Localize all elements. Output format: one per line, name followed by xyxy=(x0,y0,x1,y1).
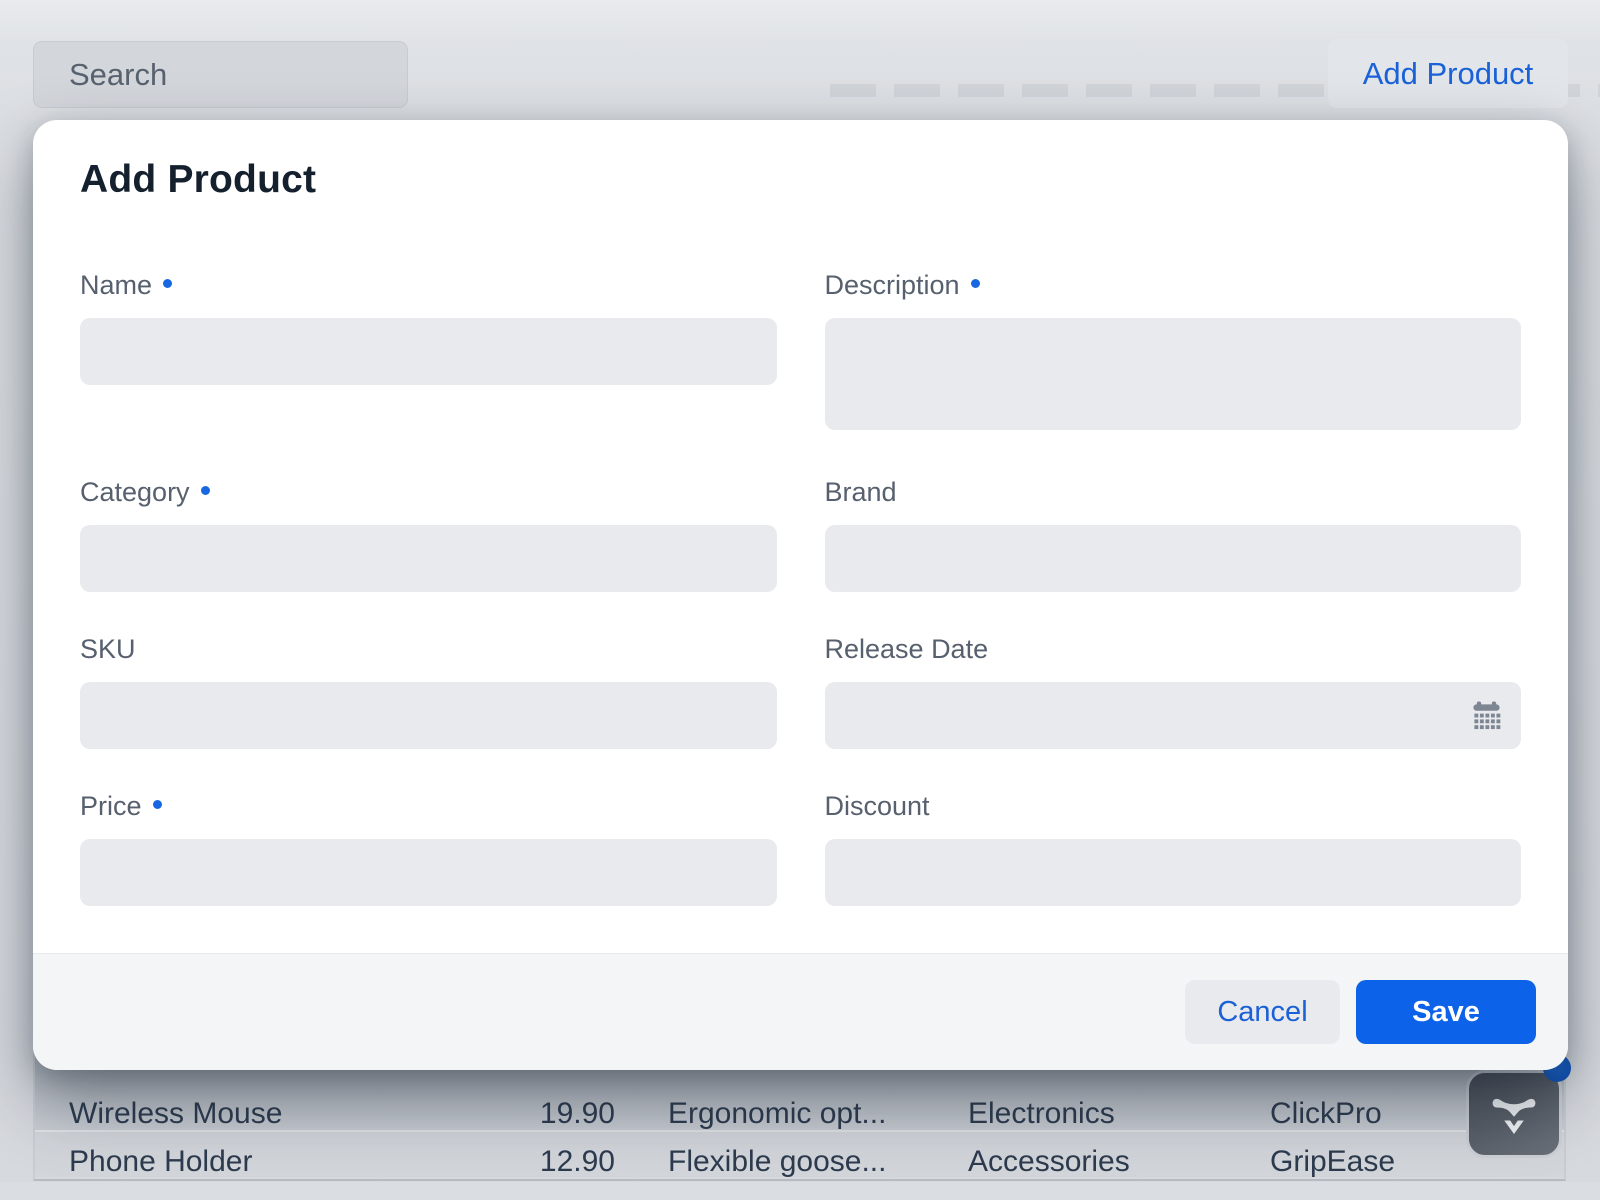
table-row[interactable]: Phone Holder 12.90 Flexible goose... Acc… xyxy=(35,1132,1564,1177)
required-dot xyxy=(971,279,980,288)
field-brand: Brand xyxy=(825,477,1522,592)
topbar: Add Product xyxy=(0,0,1600,120)
cell-category: Accessories xyxy=(968,1132,1130,1177)
field-sku: SKU xyxy=(80,634,777,749)
add-product-button[interactable]: Add Product xyxy=(1328,39,1568,108)
required-dot xyxy=(201,486,210,495)
discount-label: Discount xyxy=(825,791,1522,822)
search-input[interactable] xyxy=(69,57,468,93)
required-dot xyxy=(163,279,172,288)
price-label: Price xyxy=(80,791,777,822)
extension-fab-button[interactable] xyxy=(1466,1070,1562,1158)
field-description: Description xyxy=(825,270,1522,435)
cancel-button[interactable]: Cancel xyxy=(1185,980,1340,1044)
price-input[interactable] xyxy=(80,839,777,906)
category-input[interactable] xyxy=(80,525,777,592)
name-label: Name xyxy=(80,270,777,301)
brand-input[interactable] xyxy=(825,525,1522,592)
product-form: Name Description Category Brand xyxy=(80,270,1521,906)
category-label: Category xyxy=(80,477,777,508)
add-product-modal: Add Product Name Description Category xyxy=(33,120,1568,1070)
release-date-input[interactable] xyxy=(825,682,1522,749)
field-release-date: Release Date xyxy=(825,634,1522,749)
description-label: Description xyxy=(825,270,1522,301)
modal-footer: Cancel Save xyxy=(33,953,1568,1070)
cell-brand: GripEase xyxy=(1270,1132,1395,1177)
field-name: Name xyxy=(80,270,777,385)
brand-label: Brand xyxy=(825,477,1522,508)
name-input[interactable] xyxy=(80,318,777,385)
release-date-label: Release Date xyxy=(825,634,1522,665)
modal-title: Add Product xyxy=(80,158,316,202)
sku-label: SKU xyxy=(80,634,777,665)
table-bottom-strip xyxy=(0,1182,1600,1200)
required-dot xyxy=(153,800,162,809)
extension-logo-icon xyxy=(1488,1088,1540,1140)
sku-input[interactable] xyxy=(80,682,777,749)
calendar-icon[interactable] xyxy=(1472,701,1501,732)
cell-price: 12.90 xyxy=(425,1132,615,1177)
cell-product-name: Phone Holder xyxy=(69,1132,252,1177)
search-box[interactable] xyxy=(33,41,408,108)
discount-input[interactable] xyxy=(825,839,1522,906)
field-price: Price xyxy=(80,791,777,906)
field-category: Category xyxy=(80,477,777,592)
field-discount: Discount xyxy=(825,791,1522,906)
cell-description: Flexible goose... xyxy=(668,1132,886,1177)
save-button[interactable]: Save xyxy=(1356,980,1536,1044)
description-input[interactable] xyxy=(825,318,1522,430)
